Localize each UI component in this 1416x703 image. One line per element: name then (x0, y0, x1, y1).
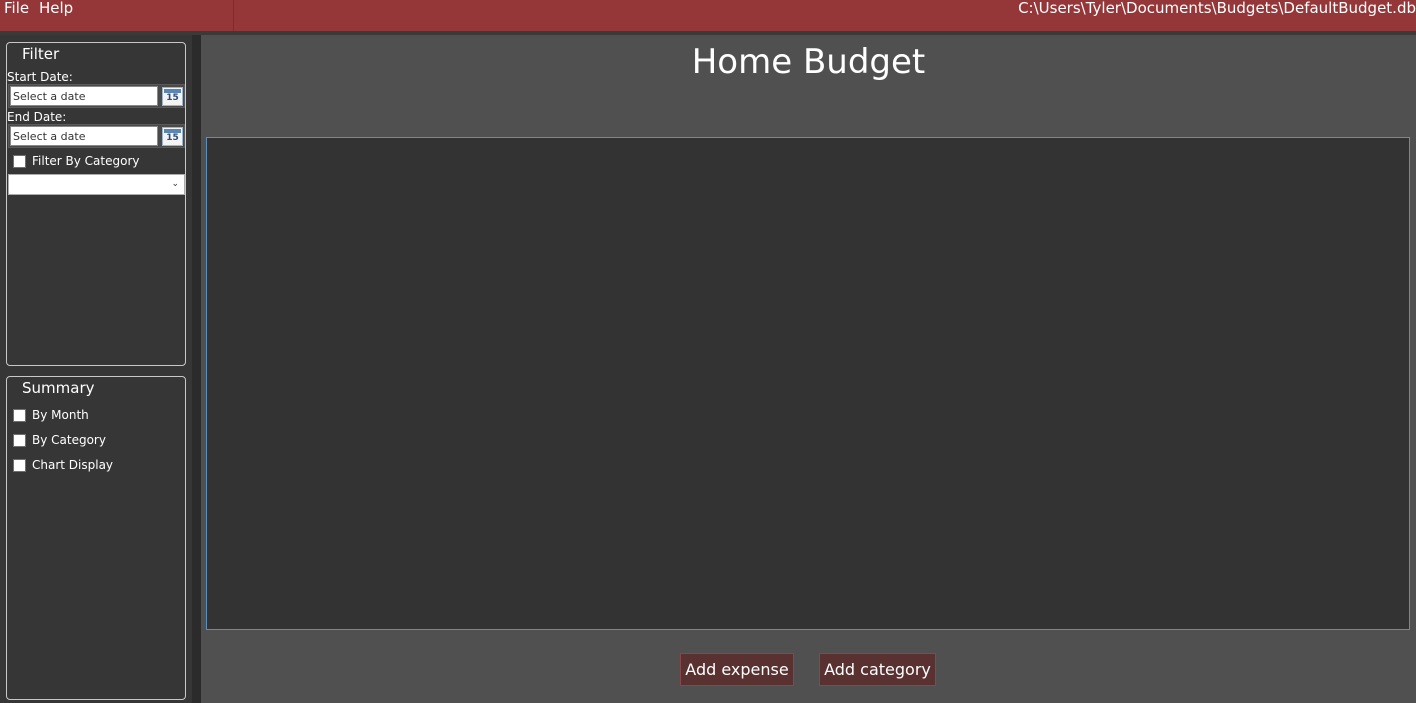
chart-display-label: Chart Display (32, 458, 114, 472)
menu-file[interactable]: File (4, 0, 29, 17)
menu-help[interactable]: Help (39, 0, 73, 17)
chart-display-checkbox-row[interactable]: Chart Display (13, 457, 113, 473)
calendar-day-number: 15 (166, 133, 179, 143)
calendar-day-number: 15 (166, 93, 179, 103)
menubar-divider (233, 0, 234, 31)
summary-group: Summary By Month By Category Chart Displ… (6, 376, 186, 700)
expenses-data-grid[interactable] (206, 137, 1410, 630)
chevron-down-icon: ⌄ (171, 179, 179, 189)
by-month-label: By Month (32, 408, 89, 422)
page-title: Home Budget (691, 42, 926, 82)
add-category-button[interactable]: Add category (819, 653, 936, 686)
add-expense-button[interactable]: Add expense (680, 653, 794, 686)
end-date-calendar-button[interactable]: 15 (162, 127, 183, 146)
filter-by-category-label: Filter By Category (32, 154, 140, 168)
category-combobox[interactable]: ⌄ (8, 174, 185, 195)
column-splitter[interactable] (192, 35, 201, 703)
main-panel: Home Budget Add expense Add category (201, 35, 1416, 703)
start-date-calendar-button[interactable]: 15 (162, 87, 183, 106)
summary-header: Summary (22, 379, 95, 397)
chart-display-checkbox[interactable] (13, 458, 26, 472)
by-month-checkbox[interactable] (13, 408, 26, 422)
filter-group: Filter Start Date: 15 End Date: 15 Filte… (6, 42, 186, 366)
end-date-picker: 15 (8, 124, 185, 148)
by-month-checkbox-row[interactable]: By Month (13, 407, 89, 423)
by-category-checkbox[interactable] (13, 433, 26, 447)
start-date-label: Start Date: (7, 70, 73, 84)
start-date-input[interactable] (10, 86, 158, 106)
filter-by-category-checkbox[interactable] (13, 154, 26, 168)
end-date-label: End Date: (7, 110, 67, 124)
filter-by-category-checkbox-row[interactable]: Filter By Category (13, 153, 140, 169)
end-date-input[interactable] (10, 126, 158, 146)
filter-header: Filter (22, 45, 60, 63)
menu-bar: File Help C:\Users\Tyler\Documents\Budge… (0, 0, 1416, 31)
file-path: C:\Users\Tyler\Documents\Budgets\Default… (1018, 0, 1416, 17)
by-category-label: By Category (32, 433, 106, 447)
by-category-checkbox-row[interactable]: By Category (13, 432, 106, 448)
start-date-picker: 15 (8, 84, 185, 108)
